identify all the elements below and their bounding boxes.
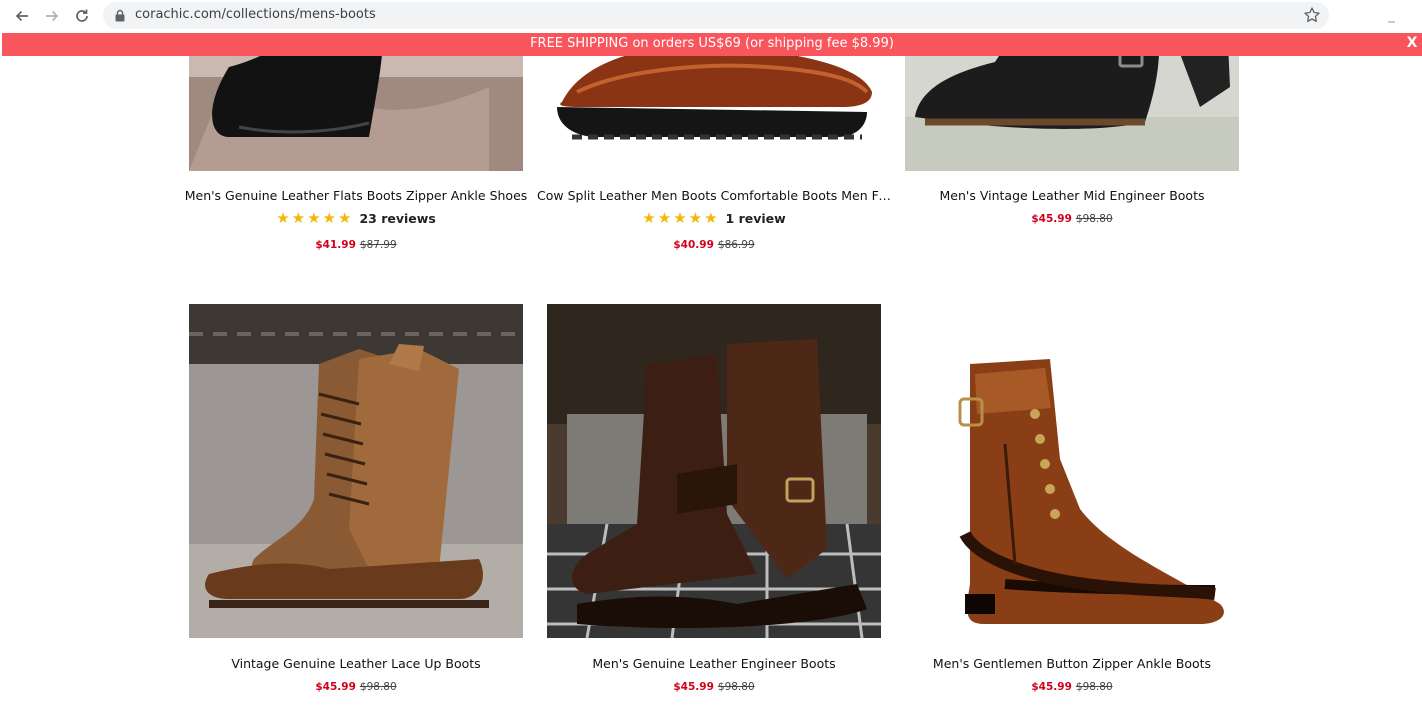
product-price: $41.99 $87.99 (189, 239, 523, 251)
bookmark-star-icon[interactable] (1303, 6, 1321, 24)
product-image-flats-boots (189, 56, 523, 171)
product-image-mid-engineer-boots (905, 56, 1239, 171)
compare-price: $98.80 (1075, 213, 1113, 225)
product-image[interactable] (905, 304, 1239, 638)
announcement-bar: FREE SHIPPING on orders US$69 (or shippi… (2, 33, 1422, 56)
product-image[interactable] (547, 56, 881, 171)
browser-toolbar: corachic.com/collections/mens-boots (0, 0, 1422, 32)
product-title[interactable]: Men's Genuine Leather Engineer Boots (537, 656, 891, 671)
product-image-button-zipper-boots (905, 304, 1239, 638)
product-image[interactable] (189, 304, 523, 638)
product-rating: ★★★★★ 1 review (547, 209, 881, 227)
product-grid: Men's Genuine Leather Flats Boots Zipper… (0, 56, 1422, 711)
window-indicator (1388, 21, 1395, 23)
forward-arrow-icon[interactable] (40, 4, 64, 28)
product-image-cow-split-boots (547, 56, 881, 171)
sale-price: $45.99 (1031, 681, 1072, 693)
product-title[interactable]: Men's Genuine Leather Flats Boots Zipper… (179, 188, 533, 203)
product-image-engineer-boots (547, 304, 881, 638)
compare-price: $87.99 (359, 239, 397, 251)
product-title[interactable]: Cow Split Leather Men Boots Comfortable … (537, 188, 891, 203)
product-price: $45.99 $98.80 (189, 681, 523, 693)
back-arrow-icon[interactable] (10, 4, 34, 28)
product-image[interactable] (189, 56, 523, 171)
product-price: $45.99 $98.80 (905, 213, 1239, 225)
compare-price: $98.80 (1075, 681, 1113, 693)
review-count[interactable]: 23 reviews (359, 211, 435, 226)
product-image[interactable] (547, 304, 881, 638)
review-count[interactable]: 1 review (726, 211, 786, 226)
sale-price: $45.99 (1031, 213, 1072, 225)
product-price: $40.99 $86.99 (547, 239, 881, 251)
announcement-text: FREE SHIPPING on orders US$69 (or shippi… (530, 36, 894, 51)
reload-icon[interactable] (70, 4, 94, 28)
sale-price: $41.99 (315, 239, 356, 251)
product-price: $45.99 $98.80 (547, 681, 881, 693)
sale-price: $40.99 (673, 239, 714, 251)
compare-price: $86.99 (717, 239, 755, 251)
product-title[interactable]: Men's Gentlemen Button Zipper Ankle Boot… (895, 656, 1249, 671)
product-price: $45.99 $98.80 (905, 681, 1239, 693)
sale-price: $45.99 (315, 681, 356, 693)
compare-price: $98.80 (359, 681, 397, 693)
product-rating: ★★★★★ 23 reviews (189, 209, 523, 227)
product-image-lace-up-boots (189, 304, 523, 638)
product-title[interactable]: Vintage Genuine Leather Lace Up Boots (179, 656, 533, 671)
rating-stars: ★★★★★ (276, 210, 354, 227)
compare-price: $98.80 (717, 681, 755, 693)
product-image[interactable] (905, 56, 1239, 171)
url-text[interactable]: corachic.com/collections/mens-boots (135, 7, 376, 22)
rating-stars: ★★★★★ (642, 210, 720, 227)
product-title[interactable]: Men's Vintage Leather Mid Engineer Boots (895, 188, 1249, 203)
sale-price: $45.99 (673, 681, 714, 693)
announcement-close-button[interactable]: X (1404, 35, 1420, 53)
lock-icon (115, 9, 125, 22)
address-bar[interactable]: corachic.com/collections/mens-boots (103, 2, 1329, 29)
